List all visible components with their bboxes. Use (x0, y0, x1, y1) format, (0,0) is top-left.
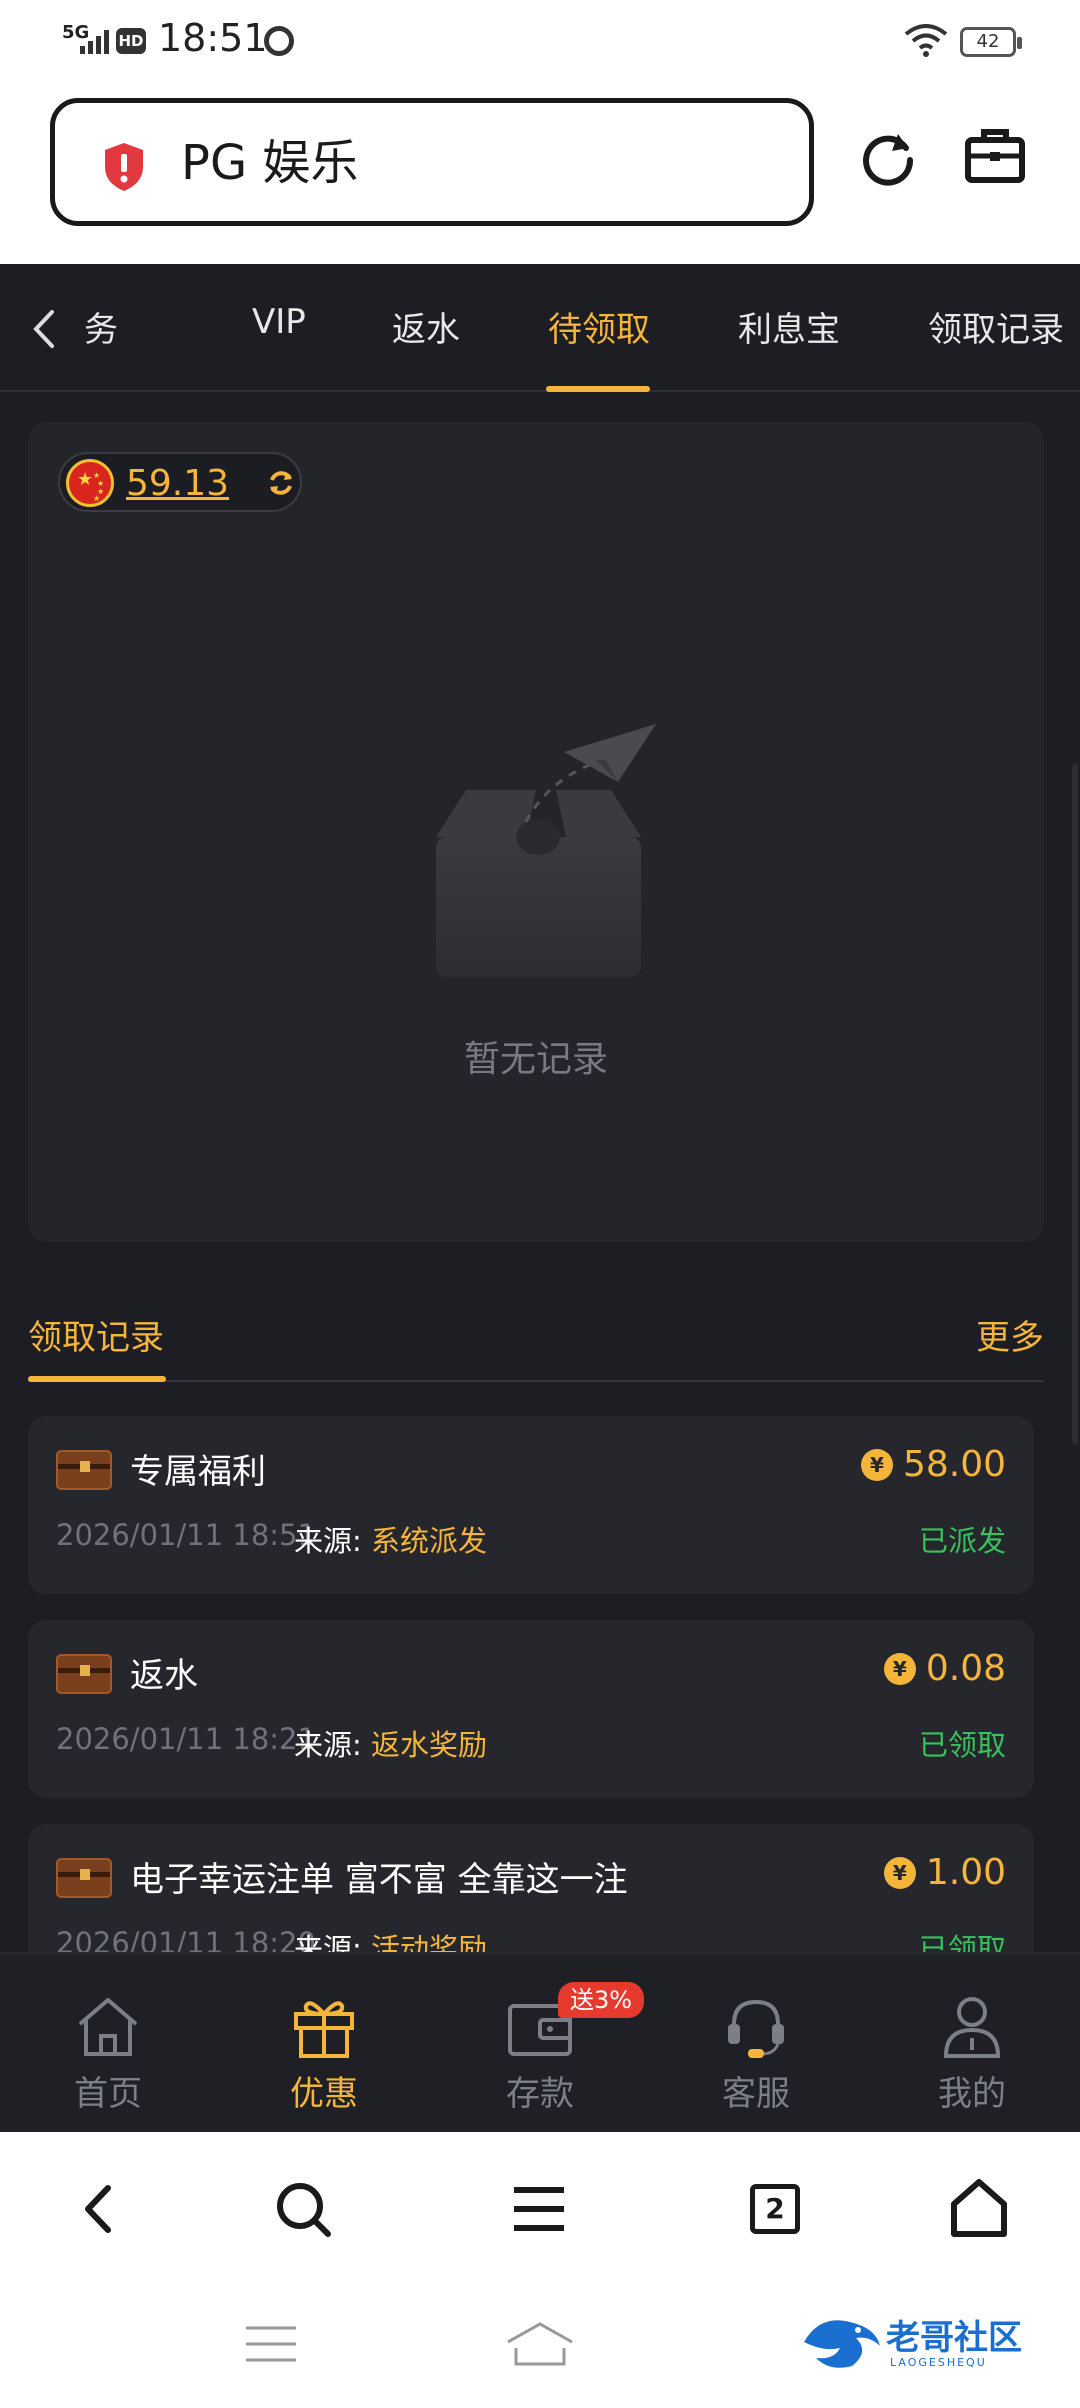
record-amount-value: 58.00 (902, 1444, 1006, 1485)
menu-icon[interactable] (504, 2174, 574, 2244)
tab-bar: 任务 VIP 返水 待领取 利息宝 领取记录 (0, 264, 1080, 392)
system-home-icon[interactable] (504, 2320, 576, 2368)
tab-claim-records[interactable]: 领取记录 (928, 302, 1064, 351)
app-content: 任务 VIP 返水 待领取 利息宝 领取记录 ★ ★ ★ ★ ★ 59.13 (0, 264, 1080, 2132)
empty-box-illustration (436, 724, 656, 977)
hd-badge: HD (116, 28, 146, 54)
record-title: 专属福利 (130, 1452, 266, 1492)
nav-label: 优惠 (290, 2074, 358, 2114)
watermark-subtext: LAOGESHEQU (890, 2356, 987, 2369)
section-title-underline (28, 1376, 166, 1382)
browser-address-area: PG 娱乐 (0, 82, 1080, 264)
wifi-icon (904, 24, 948, 57)
record-amount-value: 0.08 (925, 1648, 1006, 1689)
nav-home[interactable]: 首页 (0, 1954, 216, 2134)
record-status: 已领取 (918, 1728, 1006, 1762)
record-amount: ¥ 58.00 (860, 1444, 1006, 1485)
bottom-nav: 首页 优惠 送3% 存款 客服 我的 (0, 1952, 1080, 2132)
yen-coin-icon: ¥ (860, 1448, 893, 1481)
signal-icon (80, 28, 109, 54)
watermark-text: 老哥社区 (886, 2318, 1022, 2358)
record-status: 已派发 (918, 1524, 1006, 1558)
dragon-logo-icon (804, 2320, 880, 2368)
watermark-logo: 老哥社区 LAOGESHEQU (800, 2300, 1070, 2380)
pending-panel: ★ ★ ★ ★ ★ 59.13 暂无记录 (28, 422, 1044, 1242)
record-source-value: 系统派发 (371, 1524, 488, 1558)
gift-icon (294, 2001, 354, 2058)
nav-label: 客服 (722, 2074, 790, 2114)
records-section-title: 领取记录 (28, 1318, 164, 1358)
system-nav-bar: 老哥社区 LAOGESHEQU (0, 2282, 1080, 2408)
record-source-label: 来源: (294, 1524, 362, 1558)
record-amount-value: 1.00 (925, 1852, 1006, 1893)
china-flag-icon: ★ ★ ★ ★ ★ (66, 459, 114, 507)
clock: 18:51 (158, 16, 268, 60)
empty-state-text: 暂无记录 (463, 1039, 608, 1080)
scroll-indicator (1072, 764, 1078, 1444)
status-bar: 5G HD 18:51 42 (0, 0, 1080, 82)
headset-icon (728, 1999, 784, 2058)
record-amount: ¥ 0.08 (883, 1648, 1006, 1689)
record-amount: ¥ 1.00 (883, 1852, 1006, 1893)
active-tab-indicator (546, 386, 650, 392)
records-section-header: 领取记录 更多 (28, 1304, 1044, 1382)
yen-coin-icon: ¥ (883, 1856, 916, 1889)
yen-coin-icon: ¥ (883, 1652, 916, 1685)
record-source: 来源: 返水奖励 (294, 1722, 487, 1764)
tab-task[interactable]: 任务 (84, 302, 118, 351)
home-icon (78, 1998, 138, 2056)
treasure-chest-icon (56, 1450, 112, 1490)
tab-rebate[interactable]: 返水 (392, 302, 460, 351)
battery-indicator: 42 (960, 27, 1022, 57)
user-icon (943, 1997, 1001, 2058)
tab-interest[interactable]: 利息宝 (738, 302, 840, 351)
record-source-value: 返水奖励 (371, 1728, 488, 1762)
tab-pending[interactable]: 待领取 (548, 302, 650, 351)
treasure-chest-icon (56, 1858, 112, 1898)
treasure-chest-icon (56, 1654, 112, 1694)
reload-icon[interactable] (858, 126, 918, 186)
nav-label: 首页 (74, 2074, 142, 2114)
record-card[interactable]: 专属福利 ¥ 58.00 2026/01/11 18:51 来源: 系统派发 已… (28, 1416, 1034, 1594)
nav-promotions[interactable]: 优惠 (216, 1954, 432, 2134)
record-title: 电子幸运注单 富不富 全靠这一注 (130, 1860, 628, 1900)
nav-label: 存款 (506, 2074, 574, 2114)
tabs-button[interactable]: 2 (740, 2174, 810, 2244)
chevron-left-icon[interactable] (26, 304, 62, 354)
deposit-bonus-badge: 送3% (558, 1982, 645, 2018)
search-icon[interactable] (268, 2174, 338, 2244)
balance-pill[interactable]: ★ ★ ★ ★ ★ 59.13 (58, 452, 302, 512)
tabs-icon: 2 (750, 2184, 800, 2234)
record-title: 返水 (130, 1656, 198, 1696)
toolbox-icon[interactable] (964, 126, 1026, 186)
browser-home-icon[interactable] (944, 2174, 1014, 2244)
tab-vip[interactable]: VIP (252, 302, 306, 342)
back-icon[interactable] (64, 2174, 134, 2244)
security-shield-icon (105, 143, 143, 191)
balance-value: 59.13 (126, 463, 230, 504)
recents-icon[interactable] (244, 2322, 298, 2366)
app-notification-icon (264, 26, 294, 56)
record-time: 2026/01/11 18:51 (56, 1518, 316, 1552)
browser-toolbar: 2 (0, 2132, 1080, 2282)
more-link[interactable]: 更多 (976, 1310, 1044, 1359)
record-card[interactable]: 返水 ¥ 0.08 2026/01/11 18:21 来源: 返水奖励 已领取 (28, 1620, 1034, 1798)
refresh-balance-icon[interactable] (266, 468, 296, 498)
address-bar[interactable]: PG 娱乐 (50, 98, 814, 226)
nav-profile[interactable]: 我的 (864, 1954, 1080, 2134)
record-source: 来源: 系统派发 (294, 1518, 487, 1560)
nav-label: 我的 (938, 2074, 1006, 2114)
nav-support[interactable]: 客服 (648, 1954, 864, 2134)
nav-deposit[interactable]: 送3% 存款 (432, 1954, 648, 2134)
record-source-label: 来源: (294, 1728, 362, 1762)
record-time: 2026/01/11 18:21 (56, 1722, 316, 1756)
address-text: PG 娱乐 (181, 135, 359, 191)
